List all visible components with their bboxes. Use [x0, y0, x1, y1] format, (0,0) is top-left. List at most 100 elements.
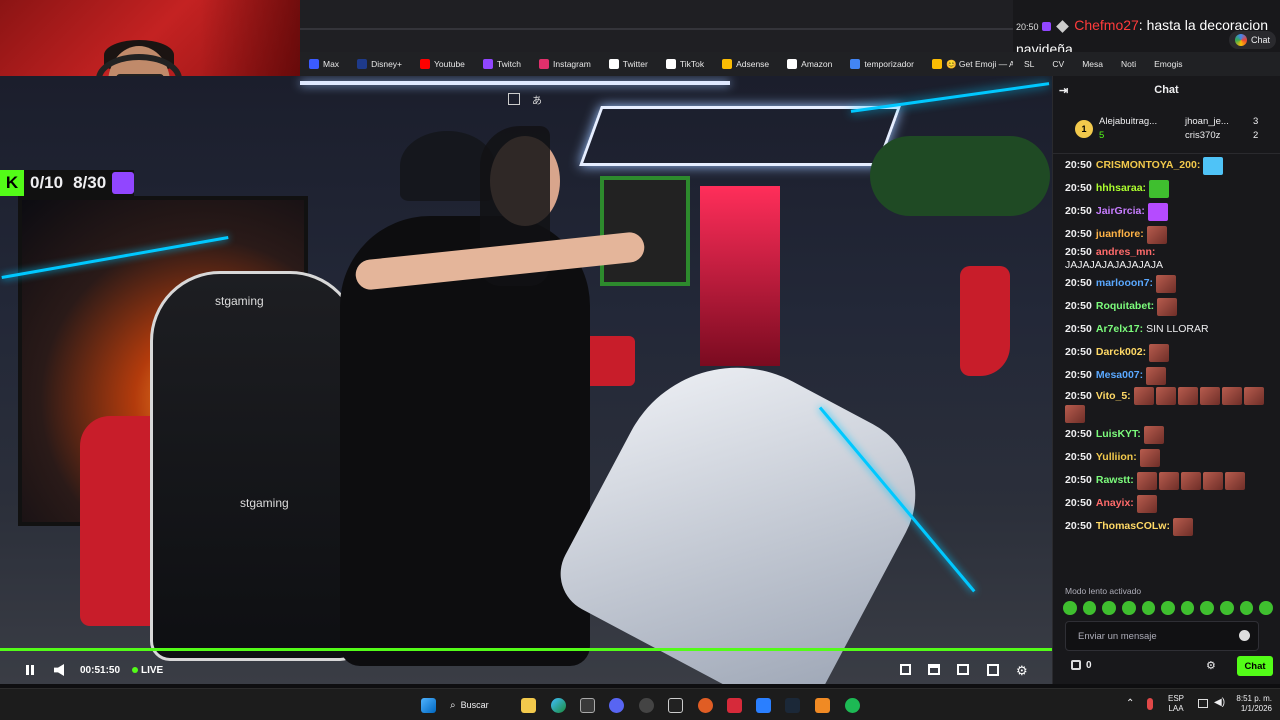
- bookmark-right-1[interactable]: CV: [1041, 59, 1071, 69]
- chat-message[interactable]: 20:50 Mesa007:: [1053, 364, 1280, 387]
- message-username[interactable]: JairGrcia:: [1096, 205, 1145, 218]
- app-icon-red[interactable]: [727, 698, 742, 713]
- bookmark-right-2[interactable]: Mesa: [1071, 59, 1110, 69]
- bookmark-3[interactable]: Twitch: [474, 52, 530, 76]
- network-icon[interactable]: [1198, 699, 1208, 708]
- language-indicator[interactable]: ESP LAA: [1168, 694, 1184, 714]
- message-username[interactable]: CRISMONTOYA_200:: [1096, 159, 1200, 172]
- chat-message-list[interactable]: 20:50 CRISMONTOYA_200: 20:50 hhhsaraa: 20:50…: [1053, 154, 1280, 578]
- emote-icon: [1065, 405, 1085, 423]
- app-icon-orange[interactable]: [698, 698, 713, 713]
- message-username[interactable]: Roquitabet:: [1096, 300, 1154, 313]
- chat-message[interactable]: 20:50 Darck002:: [1053, 341, 1280, 364]
- bookmark-label: Noti: [1121, 59, 1137, 69]
- settings-gear-icon[interactable]: ⚙: [1016, 663, 1028, 679]
- message-username[interactable]: Vito_5:: [1096, 390, 1131, 403]
- theater-icon[interactable]: [928, 664, 940, 675]
- translate-icon[interactable]: あ: [532, 92, 542, 107]
- taskbar-search[interactable]: ⌕ Buscar: [450, 695, 510, 715]
- message-username[interactable]: juanflore:: [1096, 228, 1144, 241]
- chat-settings-icon[interactable]: ⚙: [1206, 659, 1216, 672]
- chat-message[interactable]: 20:50 Vito_5:: [1053, 387, 1280, 423]
- leader-3-name[interactable]: cris370z: [1185, 130, 1220, 141]
- message-username[interactable]: andres_mn:: [1096, 246, 1156, 259]
- chat-message[interactable]: 20:50 JairGrcia:: [1053, 200, 1280, 223]
- chat-message[interactable]: 20:50 ThomasCOLw:: [1053, 515, 1280, 538]
- send-chat-button[interactable]: Chat: [1237, 656, 1273, 676]
- bookmark-5[interactable]: Twitter: [600, 52, 657, 76]
- chat-leaderboard: 1 Alejabuitrag... 5 jhoan_je... 3 cris37…: [1053, 104, 1280, 154]
- bookmark-7[interactable]: Adsense: [713, 52, 778, 76]
- bookmark-right-3[interactable]: Noti: [1110, 59, 1143, 69]
- pause-icon[interactable]: [26, 665, 29, 675]
- chat-message[interactable]: 20:50 andres_mn: JAJAJAJAJAJAJAJA: [1053, 246, 1280, 272]
- tray-chevron-icon[interactable]: ⌃: [1126, 698, 1134, 709]
- chat-message[interactable]: 20:50 CRISMONTOYA_200:: [1053, 154, 1280, 177]
- bookmark-label: Mesa: [1082, 59, 1104, 69]
- chat-message[interactable]: 20:50 Yulliion:: [1053, 446, 1280, 469]
- chat-message[interactable]: 20:50 marlooon7:: [1053, 272, 1280, 295]
- clip-icon[interactable]: [957, 664, 969, 675]
- bookmark-right-0[interactable]: SL: [1013, 59, 1041, 69]
- bookmark-2[interactable]: Youtube: [411, 52, 474, 76]
- discord-icon[interactable]: [609, 698, 624, 713]
- file-explorer-icon[interactable]: [521, 698, 536, 713]
- mic-icon[interactable]: [1147, 698, 1153, 710]
- obs-icon[interactable]: [639, 698, 654, 713]
- chat-message[interactable]: 20:50 Rawstt:: [1053, 469, 1280, 492]
- message-username[interactable]: LuisKYT:: [1096, 428, 1141, 441]
- steam-icon[interactable]: [785, 698, 800, 713]
- emote-icon: [1172, 517, 1193, 536]
- leader-2-name[interactable]: jhoan_je...: [1185, 116, 1229, 127]
- popout-chat-button[interactable]: Chat: [1228, 31, 1276, 49]
- chat-message[interactable]: 20:50 Anayix:: [1053, 492, 1280, 515]
- miniplayer-icon[interactable]: [900, 664, 911, 675]
- popout-user: Chefmo27: [1074, 17, 1139, 33]
- chat-message[interactable]: 20:50 LuisKYT:: [1053, 423, 1280, 446]
- emote-quick-row[interactable]: [1063, 601, 1274, 617]
- message-username[interactable]: marlooon7:: [1096, 277, 1153, 290]
- message-username[interactable]: hhhsaraa:: [1096, 182, 1146, 195]
- chat-message[interactable]: 20:50 hhhsaraa:: [1053, 177, 1280, 200]
- bookmark-6[interactable]: TikTok: [657, 52, 713, 76]
- app-icon-blue[interactable]: [756, 698, 771, 713]
- points-icon[interactable]: [1071, 660, 1081, 670]
- edge-browser-icon[interactable]: [551, 698, 566, 713]
- spotify-icon[interactable]: [845, 698, 860, 713]
- message-username[interactable]: Yulliion:: [1096, 451, 1137, 464]
- leader-2-count: 3: [1253, 116, 1259, 127]
- windows-start-icon[interactable]: [421, 698, 436, 713]
- epic-games-icon[interactable]: [668, 698, 683, 713]
- message-username[interactable]: ThomasCOLw:: [1096, 520, 1170, 533]
- playback-progress[interactable]: [0, 648, 1052, 651]
- clock[interactable]: 8:51 p. m. 1/1/2026: [1232, 694, 1272, 714]
- chat-message[interactable]: 20:50 juanflore:: [1053, 223, 1280, 246]
- message-username[interactable]: Mesa007:: [1096, 369, 1143, 382]
- message-username[interactable]: Anayix:: [1096, 497, 1134, 510]
- volume-tray-icon[interactable]: ◀): [1214, 697, 1225, 708]
- app-icon-a[interactable]: [815, 698, 830, 713]
- bookmark-1[interactable]: Disney+: [348, 52, 411, 76]
- collapse-chat-icon[interactable]: ⇥: [1059, 84, 1068, 97]
- store-icon[interactable]: [580, 698, 595, 713]
- bookmark-0[interactable]: Max: [300, 52, 348, 76]
- bookmark-right-4[interactable]: Emogis: [1143, 59, 1189, 69]
- pip-icon[interactable]: [508, 93, 520, 105]
- emoji-picker-icon[interactable]: [1239, 630, 1250, 641]
- message-username[interactable]: Rawstt:: [1096, 474, 1134, 487]
- bookmark-8[interactable]: Amazon: [778, 52, 841, 76]
- stream-video[interactable]: stgaming stgaming あ: [0, 76, 1052, 684]
- leader-1-name[interactable]: Alejabuitrag...: [1099, 116, 1157, 127]
- bookmark-4[interactable]: Instagram: [530, 52, 600, 76]
- chat-message[interactable]: 20:50 Roquitabet:: [1053, 295, 1280, 318]
- chat-message-input[interactable]: Enviar un mensaje: [1065, 621, 1259, 651]
- message-username[interactable]: Darck002:: [1096, 346, 1146, 359]
- fullscreen-icon[interactable]: [987, 664, 999, 676]
- leader-3-count: 2: [1253, 130, 1259, 141]
- message-username[interactable]: Ar7elx17:: [1096, 323, 1143, 336]
- volume-icon[interactable]: [54, 664, 64, 676]
- bookmark-label: Youtube: [434, 59, 465, 69]
- chat-message[interactable]: 20:50 Ar7elx17: SIN LLORAR: [1053, 318, 1280, 341]
- bookmark-label: Emogis: [1154, 59, 1183, 69]
- bookmark-9[interactable]: temporizador: [841, 52, 923, 76]
